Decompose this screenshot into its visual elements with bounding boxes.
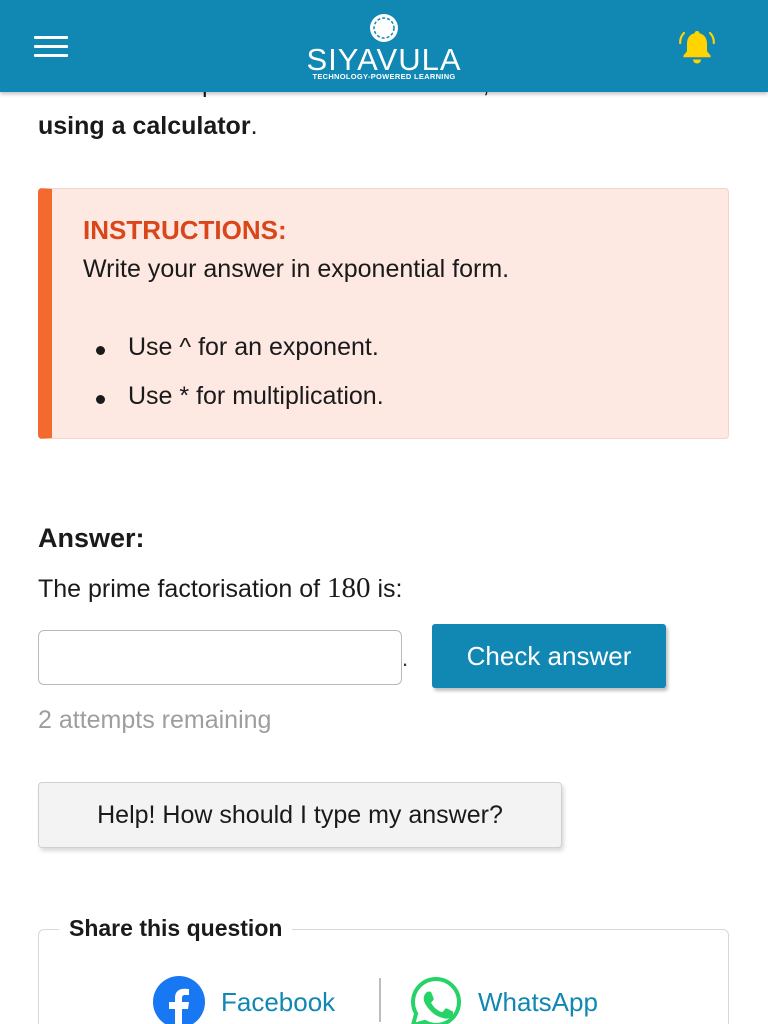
whatsapp-icon [410, 976, 462, 1024]
logo-mark-icon [370, 14, 398, 42]
question-emphasis: using a calculator [38, 112, 251, 140]
instructions-bullet: Use ^ for an exponent. [92, 333, 384, 382]
instructions-list: Use ^ for an exponent. Use * for multipl… [92, 333, 384, 431]
share-whatsapp-link[interactable]: WhatsApp [410, 976, 598, 1024]
share-facebook-link[interactable]: Facebook [153, 976, 336, 1024]
answer-prompt-number: 180 [327, 572, 371, 604]
facebook-icon [153, 976, 205, 1024]
answer-prompt: The prime factorisation of 180 is: [38, 572, 402, 605]
share-title: Share this question [59, 915, 293, 942]
answer-prompt-after: is: [370, 575, 403, 603]
help-typing-button[interactable]: Help! How should I type my answer? [38, 782, 562, 848]
answer-input[interactable] [38, 630, 402, 685]
top-app-bar: SIYAVULA TECHNOLOGY-POWERED LEARNING [0, 0, 768, 92]
share-divider [379, 978, 381, 1022]
instructions-bullet: Use * for multiplication. [92, 382, 384, 431]
question-text-line2: using a calculator. [38, 112, 258, 141]
check-answer-button[interactable]: Check answer [432, 624, 666, 688]
whatsapp-label: WhatsApp [478, 986, 598, 1017]
brand-tagline: TECHNOLOGY-POWERED LEARNING [312, 72, 456, 81]
instructions-panel: INSTRUCTIONS: Write your answer in expon… [38, 188, 729, 439]
answer-prompt-before: The prime factorisation of [38, 575, 328, 603]
bell-icon[interactable] [678, 27, 716, 65]
instructions-text: Write your answer in exponential form. [83, 255, 510, 283]
facebook-label: Facebook [221, 986, 336, 1017]
hamburger-menu-icon[interactable] [34, 36, 70, 58]
siyavula-logo[interactable]: SIYAVULA TECHNOLOGY-POWERED LEARNING [296, 12, 472, 82]
question-period: . [250, 112, 258, 140]
page: Determine the prime factorisation of 180… [0, 0, 768, 1024]
answer-trailing-dot: . [402, 646, 409, 671]
answer-heading: Answer: [38, 523, 145, 553]
attempts-remaining: 2 attempts remaining [38, 706, 272, 734]
share-panel: Share this question Facebook WhatsApp [38, 915, 729, 1024]
instructions-title: INSTRUCTIONS: [83, 215, 287, 245]
